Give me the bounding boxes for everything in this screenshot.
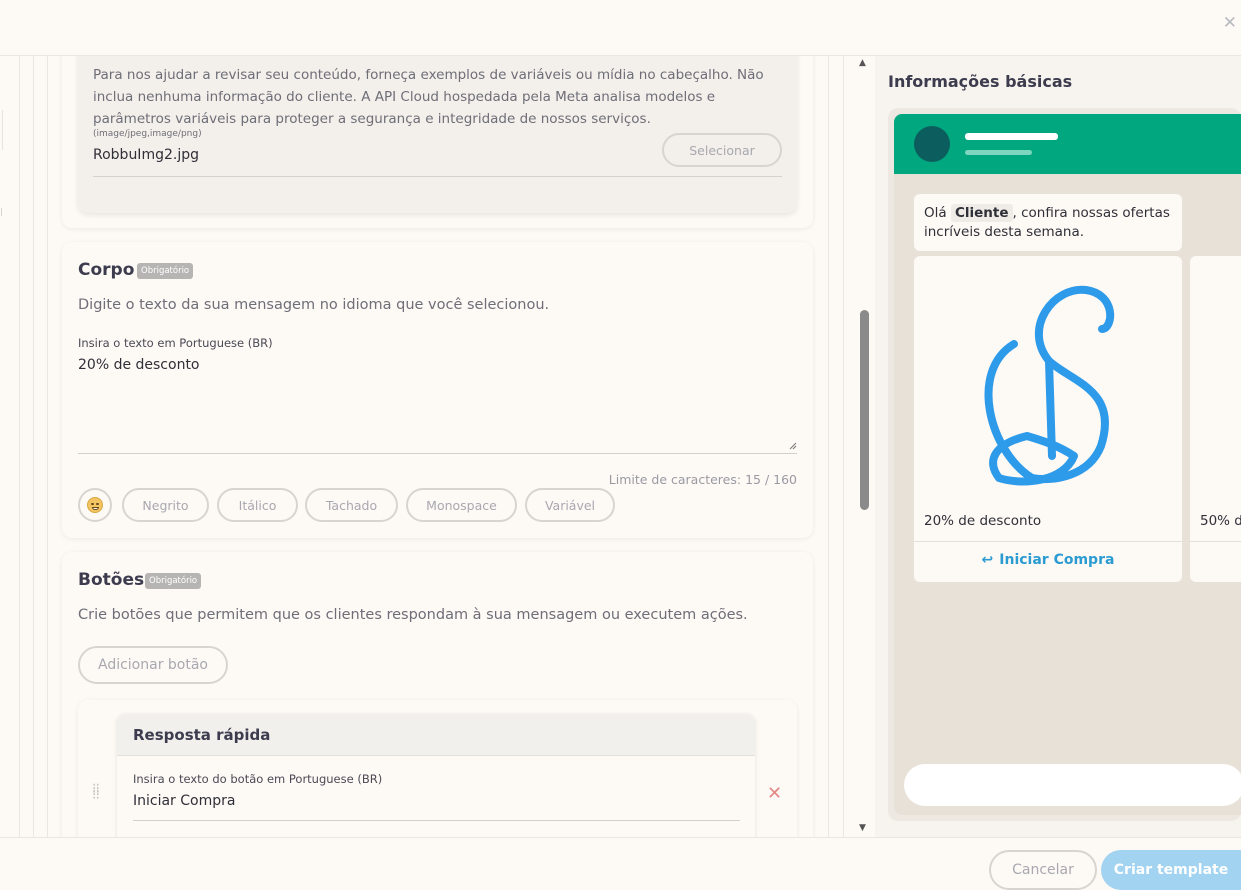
body-section-card: Corpo Obrigatório Digite o texto da sua … — [62, 242, 813, 538]
media-sample-box: Para nos ajudar a revisar seu conteúdo, … — [78, 56, 797, 213]
bold-button[interactable]: Negrito — [122, 488, 209, 522]
quick-reply-box: Resposta rápida Insira o texto do botão … — [117, 714, 755, 837]
cancel-button[interactable]: Cancelar — [989, 850, 1097, 890]
chat-screen: Olá Cliente, confira nossas ofertas incr… — [894, 114, 1241, 815]
variable-button[interactable]: Variável — [525, 488, 615, 522]
add-button-button[interactable]: Adicionar botão — [78, 646, 228, 684]
divider — [33, 56, 34, 837]
carousel-card: 20% de desconto ↩ Iniciar Compra — [914, 256, 1182, 582]
left-panel-edge-mark — [0, 208, 2, 216]
drag-handle-icon[interactable]: ⁝⁝ ⁝⁝ — [92, 782, 100, 802]
phone-preview: Olá Cliente, confira nossas ofertas incr… — [888, 108, 1241, 821]
buttons-description: Crie botões que permitem que os clientes… — [78, 607, 748, 623]
required-badge: Obrigatório — [145, 573, 202, 589]
card-caption: 50% de — [1200, 513, 1241, 529]
message-prefix: Olá — [924, 205, 947, 221]
italic-button[interactable]: Itálico — [217, 488, 298, 522]
media-accepted-types: (image/jpeg,image/png) — [93, 129, 202, 139]
divider — [843, 56, 844, 837]
media-file-name: RobbuImg2.jpg — [93, 147, 199, 163]
buttons-title: Botões — [78, 570, 145, 590]
monospace-button[interactable]: Monospace — [406, 488, 517, 522]
brand-logo — [984, 285, 1115, 486]
body-textarea[interactable]: 20% de desconto — [78, 357, 200, 373]
quick-reply-input[interactable]: Iniciar Compra — [133, 793, 235, 809]
card-divider — [1190, 541, 1241, 542]
divider — [19, 56, 20, 837]
body-input-label: Insira o texto em Portuguese (BR) — [78, 336, 273, 350]
top-bar: ✕ — [0, 0, 1241, 56]
carousel-card: 50% de — [1190, 256, 1241, 582]
buttons-section-card: Botões Obrigatório Crie botões que permi… — [62, 552, 813, 837]
card-action-button[interactable]: ↩ Iniciar Compra — [914, 552, 1182, 568]
body-title: Corpo — [78, 260, 135, 280]
message-variable: Cliente — [950, 204, 1013, 222]
header-media-card: Para nos ajudar a revisar seu conteúdo, … — [62, 56, 813, 228]
quick-reply-group: ⁝⁝ ⁝⁝ Resposta rápida Insira o texto do b… — [78, 700, 797, 837]
quick-reply-header: Resposta rápida — [117, 714, 755, 756]
quick-reply-underline — [133, 820, 740, 821]
card-divider — [914, 541, 1182, 542]
media-underline — [93, 176, 782, 177]
chat-input-bar — [904, 764, 1241, 806]
contact-name-placeholder — [965, 133, 1058, 140]
contact-status-placeholder — [965, 150, 1032, 155]
char-limit-counter: Limite de caracteres: 15 / 160 — [608, 472, 797, 487]
reply-icon: ↩ — [981, 552, 994, 568]
strikethrough-button[interactable]: Tachado — [305, 488, 398, 522]
preview-title: Informações básicas — [888, 72, 1073, 91]
scroll-down-arrow-icon[interactable]: ▼ — [859, 823, 866, 833]
create-template-button[interactable]: Criar template — [1101, 850, 1241, 890]
card-action-label: Iniciar Compra — [999, 552, 1115, 568]
divider — [828, 56, 829, 837]
select-file-button[interactable]: Selecionar — [662, 133, 782, 167]
close-icon[interactable]: ✕ — [1223, 13, 1237, 33]
emoji-button[interactable] — [78, 488, 112, 522]
body-description: Digite o texto da sua mensagem no idioma… — [78, 297, 550, 313]
quick-reply-input-label: Insira o texto do botão em Portuguese (B… — [133, 772, 383, 786]
message-bubble: Olá Cliente, confira nossas ofertas incr… — [914, 194, 1182, 251]
form-scroll-area: Para nos ajudar a revisar seu conteúdo, … — [48, 56, 828, 837]
emoji-icon — [87, 497, 103, 513]
chat-header — [894, 114, 1241, 174]
body-textarea-underline — [78, 453, 797, 454]
preview-panel: Informações básicas Olá Cliente, confira… — [875, 56, 1241, 837]
resize-handle-icon[interactable] — [789, 442, 797, 450]
scroll-up-arrow-icon[interactable]: ▲ — [859, 58, 866, 68]
card-caption: 20% de desconto — [924, 513, 1042, 529]
left-panel-edge — [0, 110, 3, 150]
avatar — [914, 126, 950, 162]
required-badge: Obrigatório — [137, 263, 194, 279]
footer-bar: Cancelar Criar template — [0, 837, 1241, 890]
media-description: Para nos ajudar a revisar seu conteúdo, … — [93, 67, 764, 127]
remove-button-icon[interactable]: ✕ — [767, 783, 782, 804]
scrollbar-thumb[interactable] — [860, 310, 869, 510]
